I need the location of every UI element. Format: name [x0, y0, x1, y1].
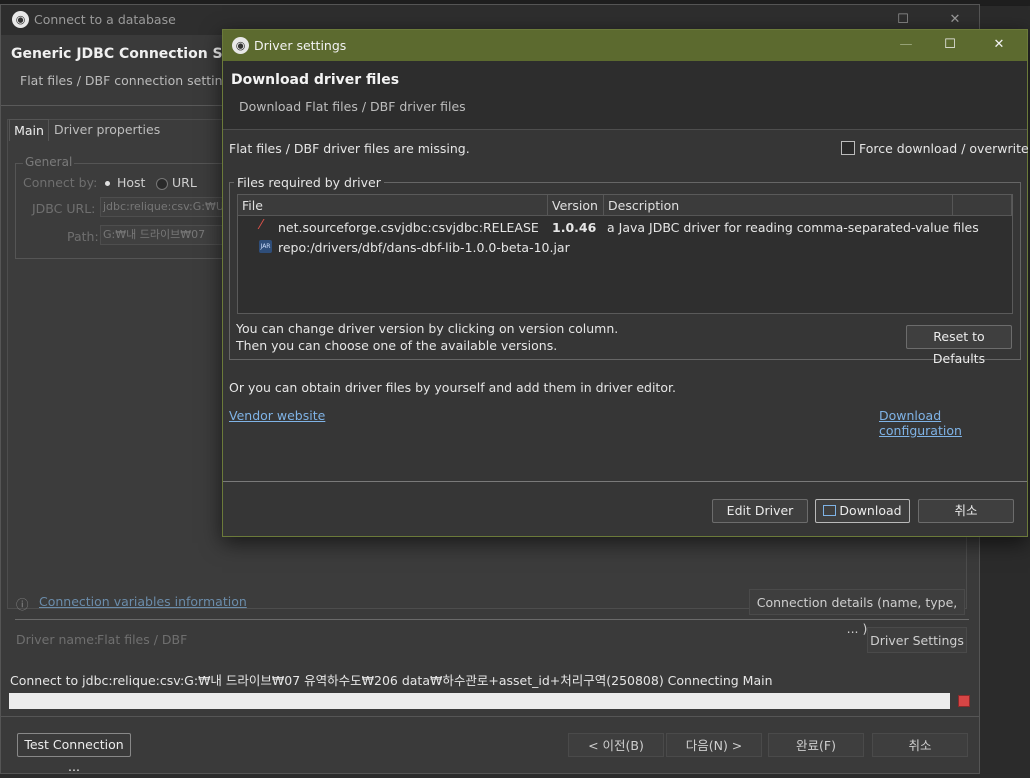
radio-url-label: URL — [172, 175, 197, 190]
table-row[interactable]: ⁄ net.sourceforge.csvjdbc:csvjdbc:RELEAS… — [238, 217, 1012, 237]
driver-settings-dialog: ◉ Driver settings — ☐ ✕ Download driver … — [222, 29, 1029, 537]
file-cell: repo:/drivers/dbf/dans-dbf-lib-1.0.0-bet… — [278, 240, 570, 255]
status-text: Connect to jdbc:relique:csv:G:₩내 드라이브₩07… — [10, 673, 773, 688]
general-legend: General — [23, 155, 75, 169]
path-label: Path: — [67, 229, 99, 244]
page-subtitle: Flat files / DBF connection settings — [20, 73, 237, 88]
vendor-website-link[interactable]: Vendor website — [229, 408, 325, 423]
dialog-header-subtitle: Download Flat files / DBF driver files — [239, 99, 466, 114]
footer-divider — [0, 716, 980, 717]
app-logo-icon: ◉ — [232, 37, 249, 54]
download-icon — [823, 505, 837, 516]
close-icon[interactable]: ✕ — [985, 35, 1013, 55]
version-hint-2: Then you can choose one of the available… — [236, 338, 558, 353]
window-title: Connect to a database — [34, 12, 176, 27]
bottom-divider — [15, 619, 969, 620]
header-divider — [223, 129, 1027, 130]
app-logo-icon: ◉ — [12, 11, 29, 28]
dialog-title-bar: ◉ Driver settings — ☐ ✕ — [223, 30, 1027, 61]
files-table[interactable]: File Version Description ⁄ net.sourcefor… — [237, 194, 1013, 314]
minimize-icon[interactable]: — — [892, 35, 920, 55]
force-download-checkbox[interactable]: Force download / overwrite — [841, 141, 1029, 156]
info-icon: ⓘ — [16, 597, 29, 612]
files-group-label: Files required by driver — [234, 175, 384, 190]
connection-details-button[interactable]: Connection details (name, type, ... ) — [749, 589, 965, 636]
connection-variables-link[interactable]: Connection variables information — [39, 594, 247, 609]
progress-bar — [9, 693, 950, 709]
dialog-title: Driver settings — [254, 38, 347, 53]
edit-driver-button[interactable]: Edit Driver — [712, 499, 808, 523]
download-configuration-link[interactable]: Download configuration — [879, 408, 1027, 438]
driver-settings-button[interactable]: Driver Settings — [867, 627, 967, 653]
maximize-icon[interactable]: ☐ — [889, 10, 917, 30]
obtain-files-message: Or you can obtain driver files by yourse… — [229, 380, 676, 395]
radio-selected-icon — [105, 181, 110, 186]
path-field[interactable]: G:₩내 드라이브₩07 — [100, 225, 230, 245]
file-cell: net.sourceforge.csvjdbc:csvjdbc:RELEASE — [278, 220, 539, 235]
jar-file-icon: JAR — [259, 240, 272, 253]
column-header-file[interactable]: File — [238, 195, 548, 216]
radio-url[interactable]: URL — [156, 175, 197, 190]
back-button[interactable]: < 이전(B) — [568, 733, 664, 757]
column-header-version[interactable]: Version — [548, 195, 604, 216]
next-button[interactable]: 다음(N) > — [666, 733, 762, 757]
download-button-label: Download — [839, 503, 902, 518]
download-button[interactable]: Download — [815, 499, 910, 523]
radio-host[interactable]: Host — [105, 175, 145, 190]
radio-host-label: Host — [117, 175, 146, 190]
dialog-header: Download driver files Download Flat file… — [223, 61, 1027, 129]
version-hint-1: You can change driver version by clickin… — [236, 321, 619, 336]
radio-unselected-icon — [156, 177, 168, 190]
jdbc-url-label: JDBC URL: — [32, 201, 96, 216]
dialog-header-title: Download driver files — [231, 72, 400, 88]
maven-artifact-icon: ⁄ — [260, 218, 263, 233]
version-cell[interactable]: 1.0.46 — [552, 220, 596, 235]
close-icon[interactable]: ✕ — [941, 10, 969, 30]
table-row[interactable]: JAR repo:/drivers/dbf/dans-dbf-lib-1.0.0… — [238, 237, 1012, 257]
column-header-description[interactable]: Description — [604, 195, 953, 216]
tab-driver-properties[interactable]: Driver properties — [54, 119, 160, 141]
tab-main[interactable]: Main — [9, 119, 49, 141]
finish-button[interactable]: 완료(F) — [768, 733, 864, 757]
force-download-label: Force download / overwrite — [859, 141, 1029, 156]
cancel-button[interactable]: 취소 — [872, 733, 968, 757]
test-connection-button[interactable]: Test Connection ... — [17, 733, 131, 774]
reset-to-defaults-button[interactable]: Reset to Defaults — [906, 325, 1012, 366]
maximize-icon[interactable]: ☐ — [936, 35, 964, 55]
dialog-cancel-button[interactable]: 취소 — [918, 499, 1014, 523]
missing-files-message: Flat files / DBF driver files are missin… — [229, 141, 470, 156]
jdbc-url-field[interactable]: jdbc:relique:csv:G:₩U — [100, 197, 230, 217]
driver-name-label: Driver name: — [16, 632, 99, 647]
driver-name-value: Flat files / DBF — [97, 632, 188, 647]
checkbox-icon — [841, 141, 855, 155]
description-cell: a Java JDBC driver for reading comma-sep… — [607, 220, 979, 235]
page-title: Generic JDBC Connection Setti — [11, 46, 251, 62]
column-header-filler — [953, 195, 1012, 216]
stop-icon[interactable] — [958, 695, 970, 707]
footer-divider — [223, 481, 1027, 482]
connect-by-label: Connect by: — [23, 175, 98, 190]
